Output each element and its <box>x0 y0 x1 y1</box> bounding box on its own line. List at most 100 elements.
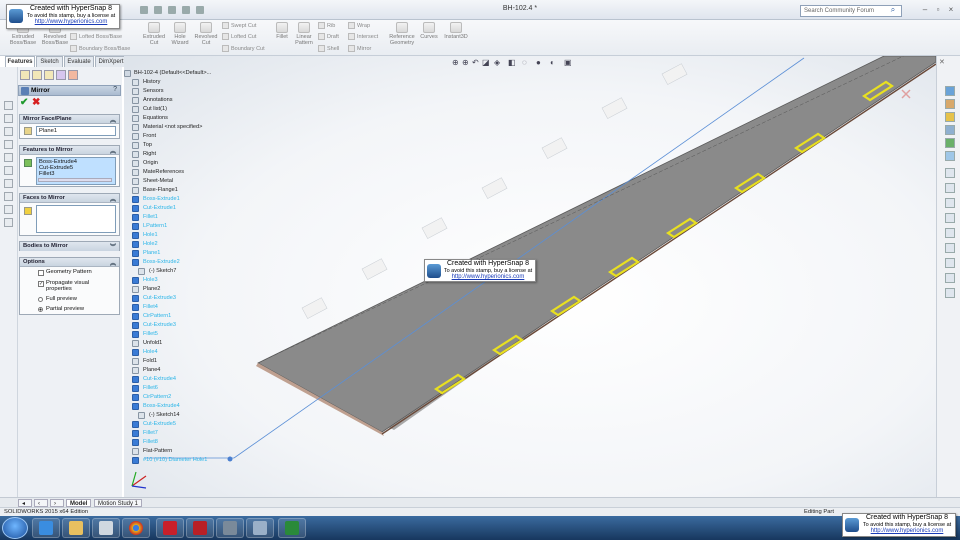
property-manager-icon[interactable] <box>32 70 42 80</box>
mirror-button[interactable]: Mirror <box>348 45 371 52</box>
group-header[interactable]: Options ︽ <box>20 258 119 267</box>
custom-properties-icon[interactable] <box>945 151 955 161</box>
excel-taskbar-button[interactable] <box>278 518 306 538</box>
tool-icon[interactable] <box>4 205 13 214</box>
partial-preview-radio[interactable] <box>38 307 43 312</box>
save-icon[interactable] <box>168 6 176 14</box>
open-icon[interactable] <box>154 6 162 14</box>
hole-wizard-button[interactable]: Hole Wizard <box>168 22 192 46</box>
new-icon[interactable] <box>140 6 148 14</box>
ie-taskbar-button[interactable] <box>32 518 60 538</box>
file-explorer-icon[interactable] <box>945 112 955 122</box>
appearances-icon[interactable] <box>945 138 955 148</box>
close-icon[interactable]: ✕ <box>939 58 947 66</box>
tab-model[interactable]: Model <box>66 499 92 507</box>
draft-button[interactable]: Draft <box>318 33 339 40</box>
zoom-fit-icon[interactable]: ⊕ <box>452 59 460 67</box>
tool-icon[interactable] <box>945 183 955 193</box>
instant3d-button[interactable]: Instant3D <box>442 22 470 40</box>
view-palette-icon[interactable] <box>945 125 955 135</box>
config-manager-icon[interactable] <box>44 70 54 80</box>
zoom-area-icon[interactable]: ⊕ <box>462 59 470 67</box>
design-library-icon[interactable] <box>945 99 955 109</box>
tab-sketch[interactable]: Sketch <box>36 56 63 67</box>
tab-evaluate[interactable]: Evaluate <box>64 56 94 67</box>
stamp-link[interactable]: http://www.hyperionics.com <box>859 528 955 535</box>
restore-icon[interactable]: ▫ <box>933 5 943 15</box>
stamp-link[interactable]: http://www.hyperionics.com <box>23 19 119 26</box>
wrap-button[interactable]: Wrap <box>348 22 370 29</box>
tool-icon[interactable] <box>945 273 955 283</box>
tab-dimxpert[interactable]: DimXpert <box>95 56 127 67</box>
media-taskbar-button[interactable] <box>92 518 120 538</box>
revolved-cut-button[interactable]: Revolved Cut <box>192 22 220 46</box>
tool-taskbar-button[interactable] <box>216 518 244 538</box>
explorer-taskbar-button[interactable] <box>62 518 90 538</box>
tool-icon[interactable] <box>4 179 13 188</box>
stamp-link[interactable]: http://www.hyperionics.com <box>441 274 535 281</box>
tool-icon[interactable] <box>4 127 13 136</box>
nav-next-icon[interactable]: › <box>50 499 64 507</box>
dimxpert-manager-icon[interactable] <box>56 70 66 80</box>
scene-icon[interactable]: ◐ <box>550 59 558 67</box>
list-scrollbar[interactable] <box>38 178 112 182</box>
tool-icon[interactable] <box>945 168 955 178</box>
intersect-button[interactable]: Intersect <box>348 33 378 40</box>
tool-icon[interactable] <box>945 213 955 223</box>
previous-view-icon[interactable]: ↶ <box>472 59 480 67</box>
search-icon[interactable]: ⌕ <box>887 5 899 17</box>
collapse-icon[interactable]: ︽ <box>110 115 116 124</box>
undo-icon[interactable] <box>196 6 204 14</box>
curves-button[interactable]: Curves <box>418 22 440 40</box>
cancel-button[interactable]: ✖ <box>32 98 42 108</box>
feature-manager-icon[interactable] <box>20 70 30 80</box>
tool-icon[interactable] <box>4 153 13 162</box>
start-button[interactable] <box>2 517 28 539</box>
appearance-icon[interactable]: ● <box>536 59 544 67</box>
close-preview-icon[interactable] <box>901 89 911 99</box>
resources-icon[interactable] <box>945 86 955 96</box>
tool-icon[interactable] <box>945 243 955 253</box>
nav-first-icon[interactable]: ◂ <box>18 499 32 507</box>
geometry-pattern-checkbox[interactable] <box>38 270 44 276</box>
tool-icon[interactable] <box>4 192 13 201</box>
group-header[interactable]: Bodies to Mirror ︾ <box>20 242 119 251</box>
linear-pattern-button[interactable]: Linear Pattern <box>292 22 316 46</box>
tool-icon[interactable] <box>4 140 13 149</box>
shell-button[interactable]: Shell <box>318 45 339 52</box>
group-header[interactable]: Features to Mirror ︽ <box>20 146 119 155</box>
fillet-button[interactable]: Fillet <box>272 22 292 40</box>
display-manager-icon[interactable] <box>68 70 78 80</box>
rib-button[interactable]: Rib <box>318 22 335 29</box>
tool-icon[interactable] <box>4 166 13 175</box>
display-style-icon[interactable]: ◧ <box>508 59 516 67</box>
print-icon[interactable] <box>182 6 190 14</box>
tool-icon[interactable] <box>4 114 13 123</box>
view-orientation-icon[interactable]: ◈ <box>494 59 502 67</box>
collapse-icon[interactable]: ︽ <box>110 258 116 267</box>
collapse-icon[interactable]: ︽ <box>110 194 116 203</box>
boundary-boss-button[interactable]: Boundary Boss/Base <box>70 45 130 52</box>
faces-list[interactable] <box>36 205 116 233</box>
chrome-taskbar-button[interactable] <box>122 518 150 538</box>
solidworks-taskbar-button[interactable] <box>156 518 184 538</box>
expand-icon[interactable]: ︾ <box>110 242 116 251</box>
group-header[interactable]: Mirror Face/Plane ︽ <box>20 115 119 124</box>
app-taskbar-button[interactable] <box>246 518 274 538</box>
group-header[interactable]: Faces to Mirror ︽ <box>20 194 119 203</box>
tab-features[interactable]: Features <box>5 56 35 67</box>
propagate-visual-checkbox[interactable]: ✓ <box>38 281 44 287</box>
tool-icon[interactable] <box>945 288 955 298</box>
tool-icon[interactable] <box>4 218 13 227</box>
nav-prev-icon[interactable]: ‹ <box>34 499 48 507</box>
reference-geometry-button[interactable]: Reference Geometry <box>386 22 418 46</box>
tab-motion-study[interactable]: Motion Study 1 <box>94 499 143 507</box>
tool-icon[interactable] <box>945 228 955 238</box>
mirror-plane-field[interactable]: Plane1 <box>36 126 116 136</box>
tool-icon[interactable] <box>4 101 13 110</box>
view-settings-icon[interactable]: ▣ <box>564 59 572 67</box>
minimize-icon[interactable]: – <box>920 5 930 15</box>
boundary-cut-button[interactable]: Boundary Cut <box>222 45 265 52</box>
quick-access-toolbar[interactable] <box>140 5 210 15</box>
hide-show-icon[interactable]: ◌ <box>522 59 530 67</box>
